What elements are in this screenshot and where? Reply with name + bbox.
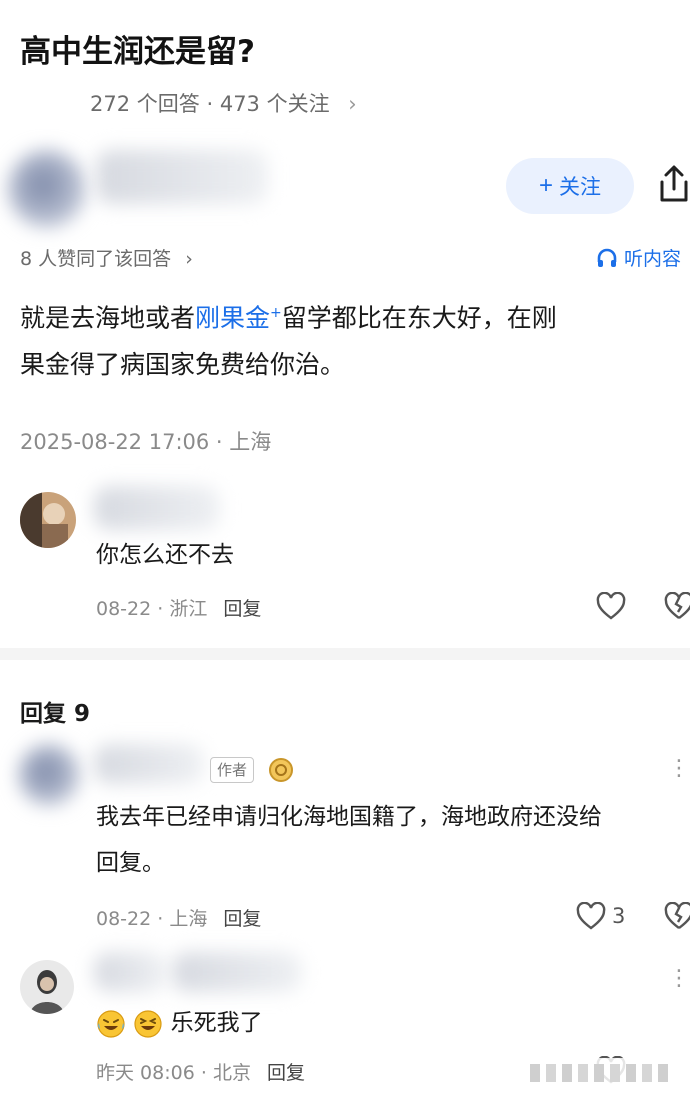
medal-icon [269, 758, 293, 782]
answer-line-2: 果金得了病国家免费给你治。 [20, 350, 346, 380]
meta-separator: · [200, 1062, 207, 1084]
commenter-name[interactable] [94, 952, 166, 992]
likes-text: 8 人赞同了该回答 [20, 248, 172, 270]
follow-label: 关注 [559, 176, 601, 199]
keyword-sparkle-icon: + [270, 305, 282, 321]
reply-date: 昨天 08:06 [96, 1062, 195, 1084]
heart-icon[interactable] [576, 902, 606, 930]
chevron-right-icon: › [185, 248, 193, 270]
author-name[interactable] [96, 150, 268, 204]
commenter-avatar[interactable] [20, 960, 74, 1014]
comment-meta: 08-22 · 浙江 回复 [96, 594, 261, 621]
answers-count: 272 个回答 [90, 92, 200, 116]
grinning-squint-emoji-icon [134, 1009, 162, 1038]
laughing-tears-emoji-icon [97, 1009, 125, 1038]
headphones-icon [597, 248, 617, 267]
comment-location: 浙江 [169, 598, 208, 620]
more-options-icon[interactable]: ⋮ [668, 966, 690, 991]
followers-count: 473 个关注 [219, 92, 330, 116]
reply-location: 北京 [212, 1062, 251, 1084]
answer-text: 留学都比在东大好，在刚 [281, 303, 557, 333]
chevron-right-icon: › [348, 92, 357, 116]
answer-timestamp: 2025-08-22 17:06 · 上海 [20, 430, 272, 454]
answer-text: 就是去海地或者 [20, 303, 196, 333]
reply-meta: 08-22 · 上海 回复 [96, 904, 261, 931]
reply-text-content: 乐死我了 [170, 1010, 263, 1036]
reply-button[interactable]: 回复 [223, 598, 261, 620]
listen-button[interactable]: 听内容 [596, 244, 681, 271]
author-avatar[interactable] [18, 744, 80, 806]
heart-icon[interactable] [596, 592, 626, 620]
author-name[interactable] [94, 744, 204, 784]
likes-summary[interactable]: 8 人赞同了该回答 › [20, 244, 193, 271]
plus-icon: + [538, 172, 553, 199]
reply-date: 08-22 [96, 908, 152, 930]
question-stats[interactable]: 272 个回答 · 473 个关注 › [90, 88, 357, 118]
section-divider [0, 648, 690, 660]
meta-separator: · [157, 598, 164, 620]
broken-heart-icon[interactable] [664, 592, 690, 620]
more-options-icon[interactable]: ⋮ [668, 756, 690, 781]
reply-location: 上海 [169, 908, 208, 930]
reply-to-name[interactable] [172, 952, 302, 992]
replies-title: 回复 9 [20, 701, 91, 727]
stats-separator: · [206, 92, 214, 116]
reply-text: 乐死我了 [96, 1004, 263, 1042]
commenter-name[interactable] [94, 486, 220, 530]
answer-line-1: 就是去海地或者刚果金+留学都比在东大好，在刚 [20, 290, 690, 341]
comment-text: 你怎么还不去 [96, 542, 234, 568]
answer-body: 就是去海地或者刚果金+留学都比在东大好，在刚 果金得了病国家免费给你治。 [20, 290, 690, 388]
meta-separator: · [157, 908, 164, 930]
reply-text-line: 我去年已经申请归化海地国籍了，海地政府还没给 [96, 804, 602, 830]
author-avatar[interactable] [8, 150, 86, 228]
follow-button[interactable]: + 关注 [506, 158, 634, 214]
reply-button[interactable]: 回复 [267, 1062, 305, 1084]
broken-heart-icon[interactable] [664, 902, 690, 930]
reply-text-line: 回复。 [96, 850, 165, 876]
author-badge: 作者 [210, 757, 255, 783]
keyword-link[interactable]: 刚果金 [195, 303, 270, 332]
reply-button[interactable]: 回复 [223, 908, 261, 930]
watermark-logo [520, 1058, 686, 1088]
like-count: 3 [612, 904, 626, 928]
listen-label: 听内容 [624, 248, 682, 270]
share-icon[interactable] [654, 162, 690, 206]
question-title[interactable]: 高中生润还是留? [20, 26, 255, 71]
comment-date: 08-22 [96, 598, 152, 620]
commenter-avatar[interactable] [20, 492, 76, 548]
reply-meta: 昨天 08:06 · 北京 回复 [96, 1058, 305, 1085]
